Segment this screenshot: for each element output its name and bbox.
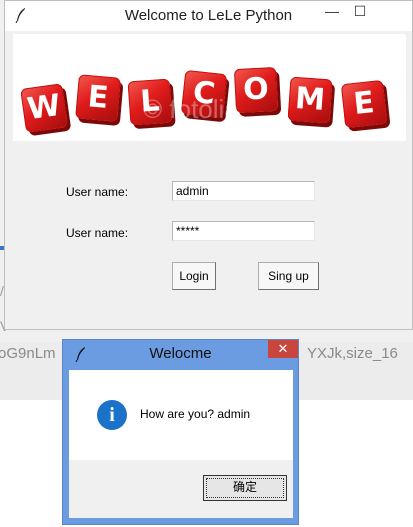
ok-button[interactable]: 确定 [203, 475, 287, 501]
banner-letter-cube: E [75, 74, 121, 122]
login-button[interactable]: Login [172, 262, 216, 290]
info-icon: i [97, 400, 127, 430]
maximize-button[interactable]: ☐ [346, 3, 374, 27]
signup-button[interactable]: Sing up [258, 262, 319, 290]
banner-letter-cube: M [287, 76, 333, 124]
password-label: User name: [66, 226, 129, 240]
main-window: Welcome to LeLe Python — ☐ W E L C O M E… [4, 0, 413, 330]
minimize-button[interactable]: — [318, 3, 346, 27]
banner-letter-cube: O [233, 66, 279, 114]
welcome-banner-image: W E L C O M E © fotolia [13, 34, 406, 141]
password-input[interactable]: ***** [172, 221, 315, 241]
title-bar[interactable]: Welcome to LeLe Python — ☐ [5, 1, 412, 31]
username-label: User name: [66, 185, 129, 199]
dialog-footer: 确定 [69, 460, 293, 518]
dialog-title: Welocme [149, 345, 212, 362]
background-text-left: oG9nLm [0, 345, 56, 362]
dialog-message: How are you? admin [140, 407, 251, 421]
banner-letter-cube: W [20, 83, 68, 133]
dialog-body: i How are you? admin [69, 370, 293, 460]
dialog-close-button[interactable]: ✕ [268, 340, 298, 358]
banner-letter-cube: E [340, 79, 388, 129]
banner-watermark: © fotolia [143, 94, 239, 124]
username-input[interactable]: admin [172, 181, 315, 201]
message-dialog: Welocme ✕ i How are you? admin 确定 [62, 339, 299, 525]
background-text-right: YXJk,size_16 [307, 345, 398, 362]
